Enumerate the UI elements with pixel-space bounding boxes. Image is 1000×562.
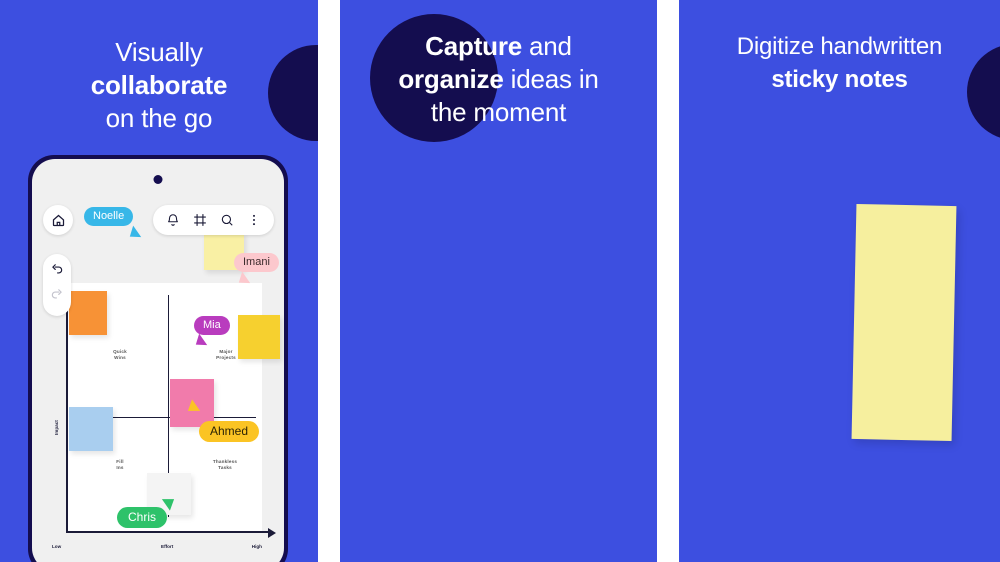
cursor-label-noelle: Noelle [84, 207, 134, 226]
search-icon [221, 214, 233, 226]
matrix-x-high-tick: High [251, 544, 262, 549]
redo-icon [51, 289, 62, 299]
home-icon [52, 214, 64, 226]
search-button[interactable] [220, 213, 234, 227]
promo-panel-1: Visually collaborate on the go Quick Win… [0, 0, 318, 562]
matrix-x-axis-arrow [268, 528, 276, 538]
canvas-toolbar-1 [153, 205, 274, 235]
headline-line-2: collaborate [90, 70, 228, 100]
matrix-y-axis-label: Impact [54, 420, 59, 435]
headline-line-2: sticky notes [771, 66, 908, 93]
quadrant-quick-wins: Quick Wins [113, 349, 127, 360]
promo-panel-3: Digitize handwritten sticky notes Brains… [679, 0, 1000, 562]
headline-line-1: Digitize handwritten [736, 33, 943, 60]
cursor-chris: Chris [117, 493, 179, 528]
sticky-note-blue[interactable] [69, 407, 113, 451]
headline-line-1: Visually [115, 37, 203, 67]
frame-icon [194, 214, 206, 226]
matrix-x-axis [66, 531, 268, 533]
panel-2-headline: Capture and organize ideas in the moment [340, 30, 657, 129]
cursor-pointer-noelle [125, 225, 142, 243]
app-store-screenshot-gallery: Visually collaborate on the go Quick Win… [0, 0, 1000, 562]
redo-button[interactable] [50, 288, 64, 307]
matrix-x-low-tick: Low [52, 544, 62, 549]
sticky-note-overflow[interactable] [851, 203, 957, 442]
notifications-button[interactable] [166, 213, 180, 227]
cursor-label-mia: Mia [194, 316, 230, 335]
panel-1-headline: Visually collaborate on the go [0, 36, 318, 135]
more-icon [253, 214, 255, 226]
cursor-ahmed: Ahmed [183, 399, 260, 442]
headline-line-1: Capture and [340, 30, 657, 63]
panel-3-headline: Digitize handwritten sticky notes [679, 30, 1000, 96]
undo-icon [52, 264, 63, 274]
matrix-y-axis [66, 283, 68, 533]
phone-screen-1: Quick Wins Major Projects Fill Ins Thank… [32, 159, 284, 562]
headline-line-2: organize ideas in [340, 63, 657, 96]
headline-bold-organize: organize [398, 64, 504, 94]
sticky-note-yellow[interactable] [238, 315, 280, 359]
cursor-label-imani: Imani [234, 253, 279, 272]
cursor-label-chris: Chris [117, 507, 168, 528]
more-options-button[interactable] [247, 213, 261, 227]
undo-button[interactable] [50, 263, 64, 282]
matrix-x-axis-label: Effort [161, 544, 174, 549]
sticky-note-orange[interactable] [69, 291, 107, 335]
headline-rest-2: ideas in [503, 64, 599, 94]
cursor-imani: Imani [234, 252, 279, 289]
home-button-1[interactable] [43, 205, 73, 235]
headline-line-3: the moment [430, 97, 567, 127]
camera-punch-hole [153, 175, 163, 184]
frame-button[interactable] [193, 213, 207, 227]
quadrant-fill-ins: Fill Ins [116, 459, 124, 470]
undo-redo-controls-1 [43, 254, 71, 316]
promo-panel-2: Capture and organize ideas in the moment [340, 0, 657, 562]
headline-rest-1: and [522, 31, 572, 61]
phone-mockup-1: Quick Wins Major Projects Fill Ins Thank… [28, 155, 288, 562]
cursor-label-ahmed: Ahmed [199, 421, 260, 442]
cursor-noelle: Noelle [84, 206, 142, 243]
quadrant-thankless-tasks: Thankless Tasks [212, 459, 238, 470]
headline-bold-capture: Capture [425, 31, 523, 61]
cursor-mia: Mia [191, 315, 230, 351]
bell-icon [168, 214, 178, 226]
headline-line-3: on the go [105, 103, 213, 133]
